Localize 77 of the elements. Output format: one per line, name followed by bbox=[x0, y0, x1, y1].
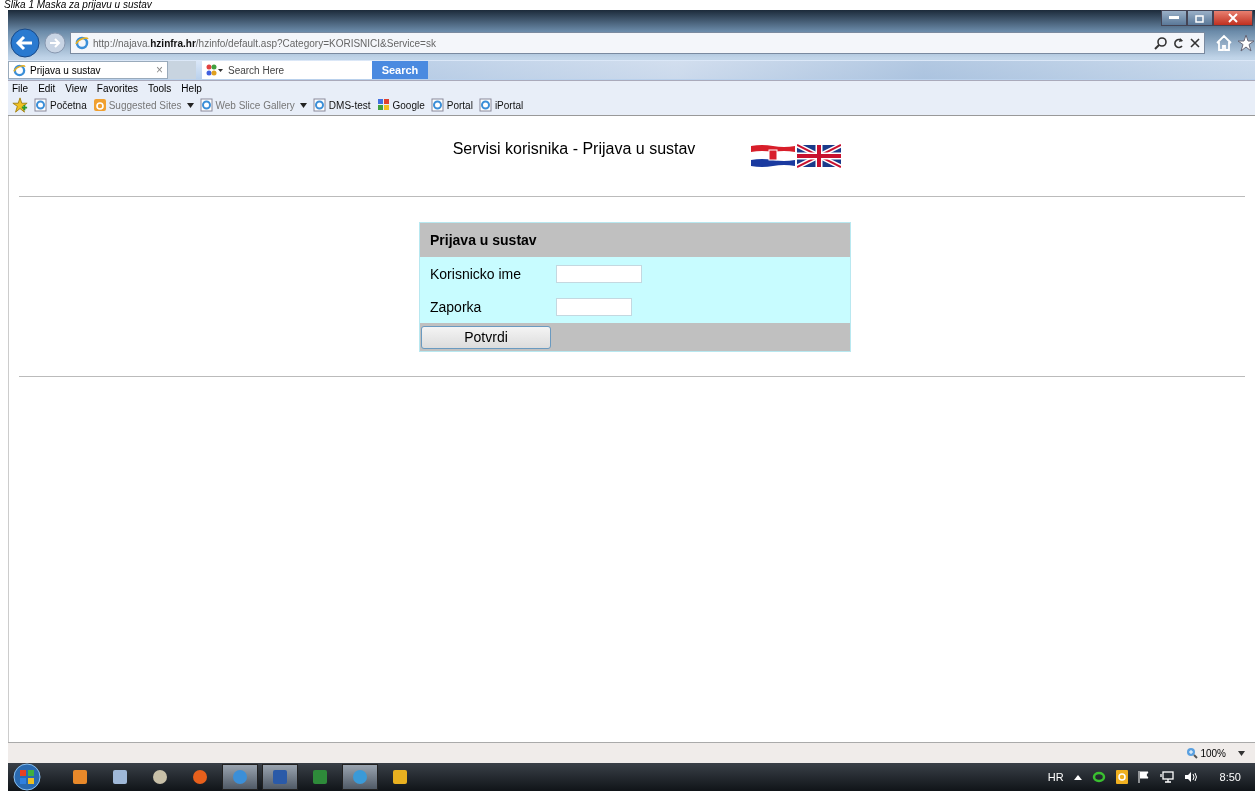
zoom-level[interactable]: 100% bbox=[1186, 747, 1245, 759]
ie-icon bbox=[13, 63, 26, 77]
favorite-link[interactable]: Suggested Sites bbox=[92, 98, 194, 112]
british-flag-icon[interactable] bbox=[797, 144, 842, 168]
home-icon[interactable] bbox=[1215, 34, 1233, 52]
suggested-sites-icon bbox=[92, 98, 107, 112]
menu-item[interactable]: View bbox=[65, 82, 87, 94]
ie-page-icon bbox=[430, 98, 445, 112]
ie-page-icon bbox=[312, 98, 327, 112]
search-provider-icon bbox=[205, 64, 225, 76]
taskbar-app[interactable] bbox=[342, 764, 378, 790]
flag-icon[interactable] bbox=[1137, 771, 1150, 783]
page-heading: Servisi korisnika - Prijava u sustav bbox=[452, 140, 696, 158]
start-button[interactable] bbox=[10, 763, 44, 791]
favorite-link[interactable]: iPortal bbox=[478, 98, 524, 112]
caret-icon bbox=[299, 102, 307, 108]
network-icon[interactable] bbox=[1159, 771, 1174, 783]
restore-icon bbox=[1195, 13, 1205, 23]
app-icon bbox=[72, 769, 88, 785]
app-icon bbox=[232, 769, 248, 785]
favorite-link[interactable]: Portal bbox=[430, 98, 473, 112]
app-icon bbox=[272, 769, 288, 785]
restore-button[interactable] bbox=[1187, 10, 1213, 26]
ie-page-icon bbox=[478, 98, 493, 112]
close-button[interactable] bbox=[1213, 10, 1253, 26]
clock[interactable]: 8:50 bbox=[1219, 771, 1241, 783]
tab-title: Prijava u sustav bbox=[30, 64, 101, 76]
menu-item[interactable]: Favorites bbox=[96, 82, 138, 94]
google-icon bbox=[376, 98, 391, 112]
figure-caption: Slika 1 Maska za prijavu u sustav bbox=[3, 0, 153, 10]
croatian-flag-icon[interactable] bbox=[751, 144, 796, 168]
sync-icon[interactable] bbox=[1091, 771, 1106, 783]
ie-page-icon bbox=[199, 98, 214, 112]
caret-icon bbox=[186, 102, 194, 108]
field-label: Zaporka bbox=[430, 298, 483, 315]
app-icon bbox=[112, 769, 128, 785]
ie-icon bbox=[75, 36, 89, 50]
minimize-icon bbox=[1169, 16, 1179, 20]
app-icon bbox=[152, 769, 168, 785]
app-icon bbox=[312, 769, 328, 785]
outlook-tray-icon[interactable] bbox=[1115, 770, 1128, 784]
input-field[interactable] bbox=[556, 297, 632, 316]
favorites-star-icon[interactable] bbox=[12, 97, 28, 113]
search-button[interactable]: Search bbox=[372, 61, 428, 79]
forward-button[interactable] bbox=[44, 32, 66, 54]
field-label: Korisnicko ime bbox=[430, 265, 523, 282]
favorite-link[interactable]: Google bbox=[376, 98, 425, 112]
menu-item[interactable]: Edit bbox=[38, 82, 56, 94]
refresh-icon[interactable] bbox=[1174, 36, 1184, 50]
tab-close-button[interactable]: × bbox=[156, 63, 163, 77]
ie-page-icon bbox=[34, 98, 48, 112]
app-icon bbox=[392, 769, 408, 785]
speaker-icon[interactable] bbox=[1183, 771, 1198, 783]
close-icon bbox=[1228, 13, 1238, 23]
menu-item[interactable]: File bbox=[12, 82, 29, 94]
browser-tab[interactable]: Prijava u sustav × bbox=[8, 61, 168, 79]
menu-item[interactable]: Help bbox=[181, 82, 202, 94]
language-indicator[interactable]: HR bbox=[1047, 771, 1064, 783]
search-field[interactable]: Search Here bbox=[202, 61, 372, 79]
form-title: Prijava u sustav bbox=[420, 223, 850, 257]
address-field[interactable]: http://najava.hzinfra.hr/hzinfo/default.asp?Category=KORISNICI&Service=sk bbox=[70, 32, 1205, 54]
taskbar-app[interactable] bbox=[262, 764, 298, 790]
favorite-link[interactable]: Web Slice Gallery bbox=[199, 98, 307, 112]
taskbar-app[interactable] bbox=[222, 764, 258, 790]
search-icon[interactable] bbox=[1154, 36, 1168, 50]
minimize-button[interactable] bbox=[1161, 10, 1187, 26]
caret-icon[interactable] bbox=[1238, 750, 1245, 756]
submit-button[interactable]: Potvrdi bbox=[421, 325, 551, 349]
favorite-link[interactable]: Početna bbox=[34, 98, 87, 112]
input-field[interactable] bbox=[556, 264, 642, 283]
star-icon[interactable] bbox=[1237, 34, 1255, 52]
back-button[interactable] bbox=[10, 28, 40, 58]
menu-item[interactable]: Tools bbox=[148, 82, 172, 94]
show-hidden-icons-icon[interactable] bbox=[1073, 774, 1082, 780]
zoom-icon bbox=[1186, 747, 1199, 759]
favorite-link[interactable]: DMS-test bbox=[312, 98, 371, 112]
stop-icon[interactable] bbox=[1190, 38, 1200, 48]
